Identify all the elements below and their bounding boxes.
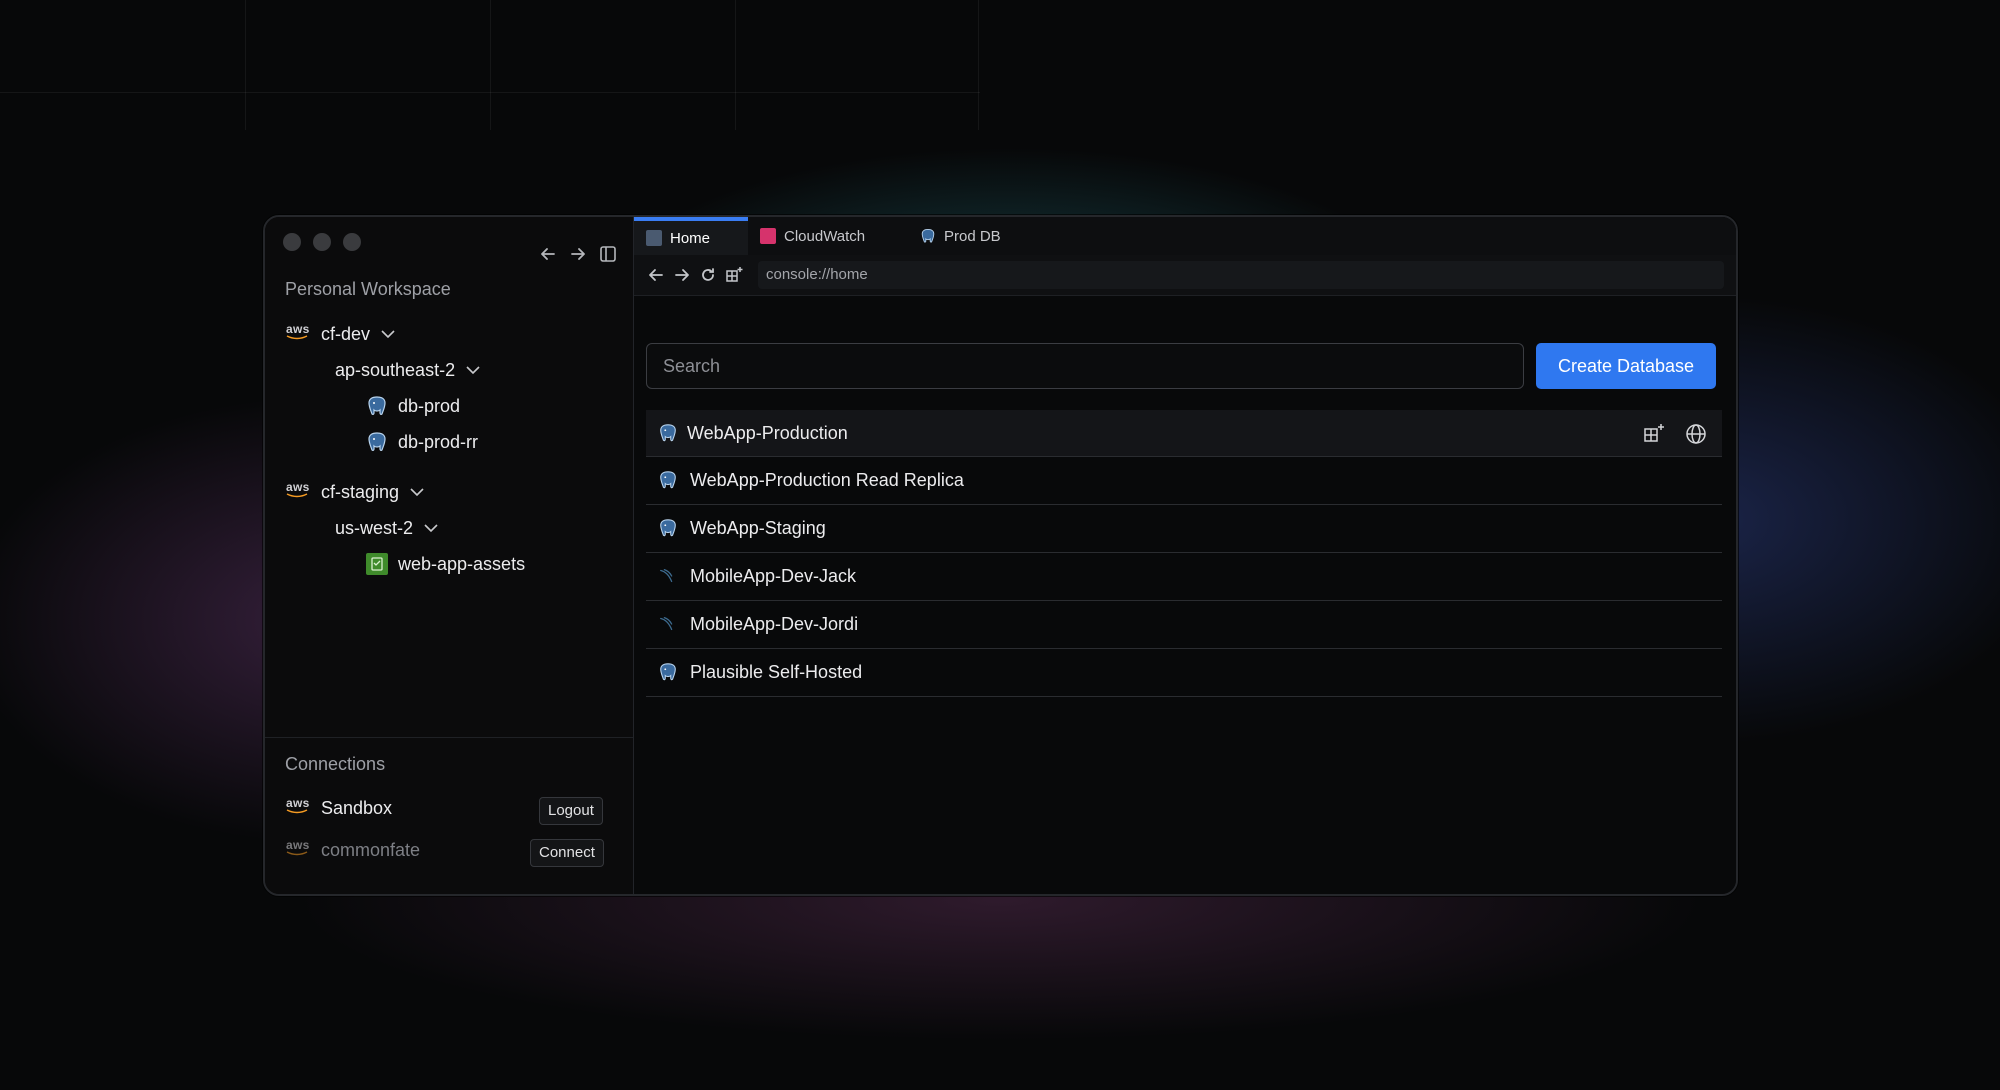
tab-cloudwatch[interactable]: CloudWatch — [748, 217, 865, 255]
sidebar: Personal Workspace aws cf-dev ap-southea… — [265, 217, 634, 894]
resource-db-prod-rr[interactable]: db-prod-rr — [366, 429, 478, 455]
tab-prod-db[interactable]: Prod DB — [908, 217, 1001, 255]
create-database-button[interactable]: Create Database — [1536, 343, 1716, 389]
open-in-new-tab-icon[interactable] — [1642, 422, 1666, 446]
database-name: MobileApp-Dev-Jordi — [690, 614, 859, 634]
region-us-west-2[interactable]: us-west-2 — [335, 515, 439, 541]
address-bar: console://home — [634, 255, 1736, 296]
postgres-icon — [660, 519, 676, 537]
postgres-icon — [660, 424, 676, 442]
sidebar-divider — [265, 737, 633, 738]
tab-home[interactable]: Home — [634, 217, 748, 255]
aws-logo-icon: aws — [285, 480, 311, 503]
account-label: cf-dev — [321, 323, 371, 344]
refresh-icon[interactable] — [698, 265, 718, 285]
aws-logo-icon: aws — [285, 796, 311, 819]
connections-title: Connections — [285, 754, 386, 774]
s3-bucket-icon — [366, 553, 388, 575]
grid-line — [245, 0, 246, 130]
resource-label: web-app-assets — [398, 553, 526, 574]
list-item[interactable]: MobileApp-Dev-Jack — [646, 553, 1722, 601]
grid-line — [735, 0, 736, 130]
minimize-window-button[interactable] — [313, 233, 331, 251]
home-icon — [646, 230, 662, 246]
account-cf-staging[interactable]: aws cf-staging — [285, 479, 425, 505]
database-name: Plausible Self-Hosted — [690, 662, 863, 682]
maximize-window-button[interactable] — [343, 233, 361, 251]
globe-icon[interactable] — [1684, 422, 1708, 446]
connection-label: Sandbox — [321, 797, 393, 818]
resource-web-app-assets[interactable]: web-app-assets — [366, 551, 525, 577]
chevron-down-icon[interactable] — [423, 520, 439, 536]
aws-logo-icon: aws — [285, 838, 311, 861]
mysql-icon — [660, 569, 673, 583]
back-arrow-icon[interactable] — [537, 243, 559, 265]
grid-line — [978, 0, 979, 130]
logout-button[interactable]: Logout — [539, 797, 603, 825]
resource-db-prod[interactable]: db-prod — [366, 393, 460, 419]
list-item[interactable]: WebApp-Production Read Replica — [646, 457, 1722, 505]
sidebar-toggle-icon[interactable] — [597, 243, 619, 265]
database-name: WebApp-Production Read Replica — [690, 470, 964, 490]
grid-line — [490, 0, 491, 130]
chevron-down-icon[interactable] — [380, 326, 396, 342]
database-name: WebApp-Staging — [690, 518, 826, 538]
database-name: MobileApp-Dev-Jack — [690, 566, 857, 586]
app-window: Personal Workspace aws cf-dev ap-southea… — [263, 215, 1738, 896]
account-cf-dev[interactable]: aws cf-dev — [285, 321, 396, 347]
forward-arrow-icon[interactable] — [567, 243, 589, 265]
list-item[interactable]: WebApp-Production — [646, 410, 1722, 457]
url-field[interactable]: console://home — [758, 261, 1724, 289]
postgres-icon — [368, 396, 386, 416]
account-label: cf-staging — [321, 481, 400, 502]
back-arrow-icon[interactable] — [646, 265, 666, 285]
database-name: WebApp-Production — [687, 422, 848, 443]
postgres-icon — [660, 663, 676, 681]
connection-label: commonfate — [321, 839, 421, 860]
forward-arrow-icon[interactable] — [672, 265, 692, 285]
mysql-icon — [660, 617, 673, 631]
region-label: us-west-2 — [335, 517, 414, 538]
list-item[interactable]: Plausible Self-Hosted — [646, 649, 1722, 697]
tab-label: Prod DB — [944, 227, 1001, 245]
tab-bar: Home CloudWatch Prod DB — [634, 217, 1736, 256]
search-input[interactable] — [646, 343, 1524, 389]
database-list: WebApp-Production WebApp-Production Read… — [646, 410, 1722, 697]
list-item[interactable]: MobileApp-Dev-Jordi — [646, 601, 1722, 649]
postgres-icon — [660, 471, 676, 489]
list-item[interactable]: WebApp-Staging — [646, 505, 1722, 553]
new-tab-grid-icon[interactable] — [724, 265, 744, 285]
main-panel: Home CloudWatch Prod DB console://home C… — [634, 217, 1736, 894]
connection-commonfate: aws commonfate — [285, 838, 421, 861]
aws-logo-icon: aws — [285, 322, 311, 345]
tab-label: Home — [670, 229, 711, 247]
postgres-icon — [368, 432, 386, 452]
resource-label: db-prod-rr — [398, 431, 479, 452]
tab-label: CloudWatch — [784, 227, 866, 245]
connection-sandbox: aws Sandbox — [285, 796, 393, 819]
postgres-icon — [921, 229, 935, 243]
region-label: ap-southeast-2 — [335, 359, 456, 380]
chevron-down-icon[interactable] — [409, 484, 425, 500]
connect-button[interactable]: Connect — [530, 839, 604, 867]
resource-label: db-prod — [398, 395, 461, 416]
close-window-button[interactable] — [283, 233, 301, 251]
workspace-title: Personal Workspace — [285, 279, 451, 299]
region-ap-southeast-2[interactable]: ap-southeast-2 — [335, 357, 481, 383]
chevron-down-icon[interactable] — [465, 362, 481, 378]
cloudwatch-icon — [760, 228, 776, 244]
